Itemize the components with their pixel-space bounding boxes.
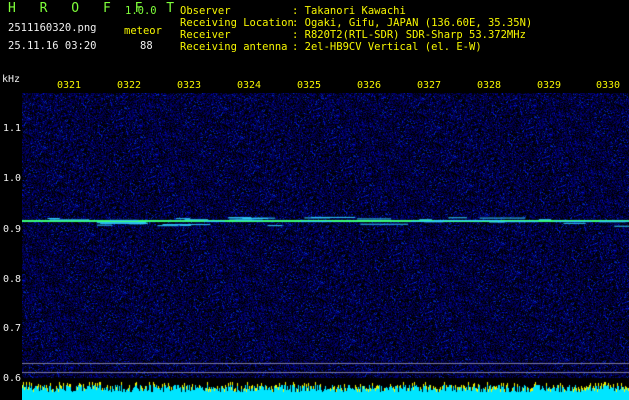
time-label-0325: 0325: [297, 80, 322, 91]
freq-label-0-7: 0.7: [3, 323, 22, 334]
time-label-0327: 0327: [417, 80, 442, 91]
info-value-observer: : Takanori Kawachi: [292, 5, 406, 17]
time-label-0329: 0329: [537, 80, 562, 91]
meteor-count: 88: [140, 40, 153, 52]
app-version: 1.0.0: [125, 5, 157, 17]
info-value-location: : Ogaki, Gifu, JAPAN (136.60E, 35.35N): [292, 17, 533, 29]
freq-label-0-8: 0.8: [3, 274, 22, 285]
time-label-0323: 0323: [177, 80, 202, 91]
mode-label: meteor: [124, 25, 162, 37]
freq-label-0-6: 0.6: [3, 373, 22, 384]
frequency-unit: kHz: [2, 74, 21, 85]
info-key-antenna: Receiving antenna: [180, 41, 288, 53]
freq-label-1-0: 1.0: [3, 173, 22, 184]
file-name: 2511160320.png: [8, 22, 97, 34]
time-label-0324: 0324: [237, 80, 262, 91]
spectrogram-display: [22, 93, 629, 400]
freq-label-1-1: 1.1: [3, 123, 22, 134]
date-time: 25.11.16 03:20: [8, 40, 97, 52]
header-panel: H R O F F T 1.0.0 2511160320.png meteor …: [0, 0, 629, 76]
info-key-receiver: Receiver: [180, 29, 231, 41]
time-label-0330: 0330: [596, 80, 621, 91]
frequency-axis: kHz 1.1 1.0 0.9 0.8 0.7 0.6: [0, 74, 22, 400]
info-value-antenna: : 2el-HB9CV Vertical (el. E-W): [292, 41, 482, 53]
time-label-0326: 0326: [357, 80, 382, 91]
info-value-receiver: : R820T2(RTL-SDR) SDR-Sharp 53.372MHz: [292, 29, 526, 41]
info-key-location: Receiving Location: [180, 17, 294, 29]
time-label-0328: 0328: [477, 80, 502, 91]
time-label-0321: 0321: [57, 80, 82, 91]
freq-label-0-9: 0.9: [3, 224, 22, 235]
info-key-observer: Observer: [180, 5, 231, 17]
time-label-0322: 0322: [117, 80, 142, 91]
